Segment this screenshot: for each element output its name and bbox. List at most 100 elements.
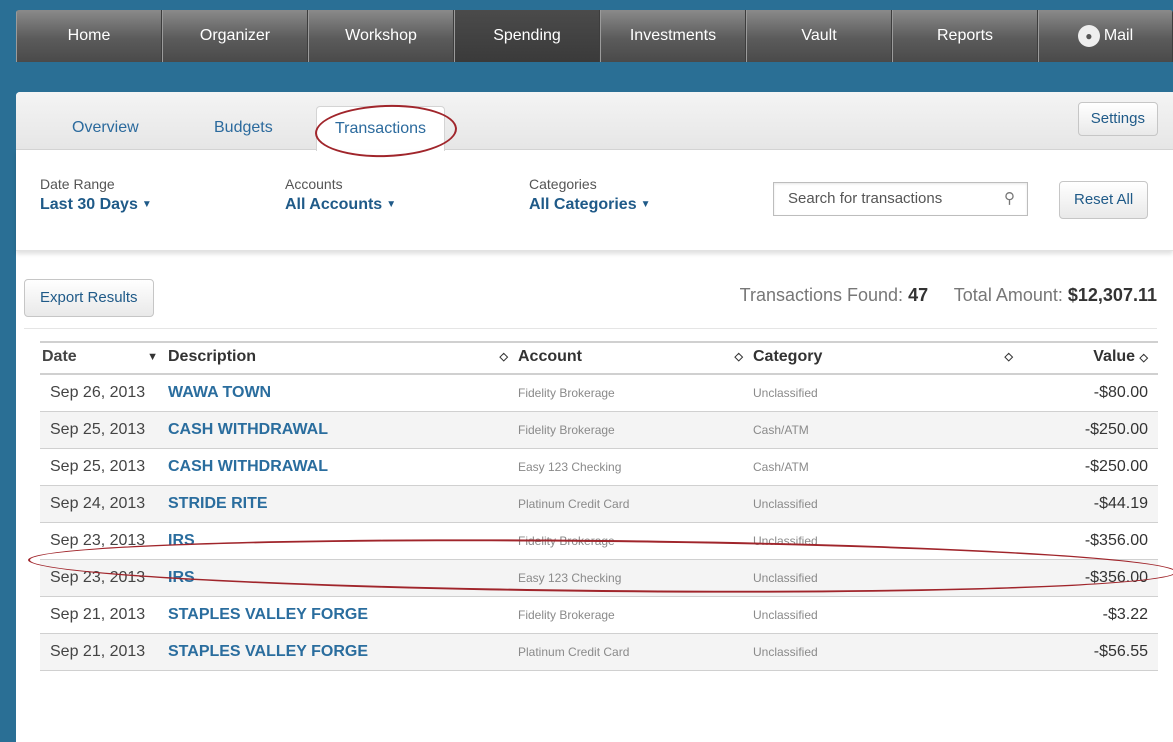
row-date: Sep 23, 2013 xyxy=(50,532,146,549)
total-amount-label: Total Amount: xyxy=(953,285,1063,305)
row-category: Cash/ATM xyxy=(753,423,809,437)
row-description[interactable]: STRIDE RITE xyxy=(168,486,518,522)
sort-icon: ◇ xyxy=(734,351,743,363)
nav-home[interactable]: Home xyxy=(16,10,162,62)
table-body: Sep 26, 2013 WAWA TOWN Fidelity Brokerage U… xyxy=(40,375,1158,671)
tab-overview[interactable]: Overview xyxy=(72,106,139,149)
reset-all-button[interactable]: Reset All xyxy=(1059,181,1149,219)
nav-reports[interactable]: Reports xyxy=(892,10,1038,62)
date-range-label: Date Range xyxy=(40,176,115,192)
row-date: Sep 23, 2013 xyxy=(50,569,146,586)
row-value: -$356.00 xyxy=(1084,532,1148,549)
table-row[interactable]: Sep 21, 2013 STAPLES VALLEY FORGE Fidelity… xyxy=(40,597,1158,634)
sub-nav: Overview Budgets Transactions Settings xyxy=(16,92,1173,151)
table-row[interactable]: Sep 25, 2013 CASH WITHDRAWAL Fidelity Brok… xyxy=(40,412,1158,449)
row-description[interactable]: WAWA TOWN xyxy=(168,375,518,411)
row-date: Sep 21, 2013 xyxy=(50,643,146,660)
categories-filter[interactable]: Categories All Categories ▼ xyxy=(529,176,651,214)
divider xyxy=(24,328,1157,329)
header-description-label: Description xyxy=(168,348,257,365)
row-description[interactable]: IRS xyxy=(168,523,518,559)
search-placeholder: Search for transactions xyxy=(788,190,943,207)
nav-mail-label: Mail xyxy=(1103,27,1134,44)
chevron-down-icon: ▼ xyxy=(640,199,651,211)
table-row[interactable]: Sep 26, 2013 WAWA TOWN Fidelity Brokerage U… xyxy=(40,375,1158,412)
row-category: Unclassified xyxy=(753,534,818,548)
export-results-button[interactable]: Export Results xyxy=(24,279,154,317)
row-account: Easy 123 Checking xyxy=(518,460,622,474)
row-account: Easy 123 Checking xyxy=(518,571,622,585)
nav-spending[interactable]: Spending xyxy=(454,10,600,62)
row-description[interactable]: STAPLES VALLEY FORGE xyxy=(168,597,518,633)
row-value: -$356.00 xyxy=(1084,569,1148,586)
row-value: -$250.00 xyxy=(1084,421,1148,438)
header-date[interactable]: Date ▼ xyxy=(40,343,168,373)
row-date: Sep 26, 2013 xyxy=(50,384,146,401)
accounts-label: Accounts xyxy=(285,176,343,192)
nav-investments[interactable]: Investments xyxy=(600,10,746,62)
top-nav: Home Organizer Workshop Spending Investm… xyxy=(16,10,1173,62)
row-category: Cash/ATM xyxy=(753,460,809,474)
date-range-filter[interactable]: Date Range Last 30 Days ▼ xyxy=(40,176,152,214)
sort-icon: ◇ xyxy=(1004,351,1013,363)
filter-bar: Date Range Last 30 Days ▼ Accounts All Ac… xyxy=(16,150,1173,251)
nav-organizer[interactable]: Organizer xyxy=(162,10,308,62)
table-row[interactable]: Sep 21, 2013 STAPLES VALLEY FORGE Platinum… xyxy=(40,634,1158,671)
mail-icon: ● xyxy=(1077,24,1100,47)
accounts-selected: All Accounts xyxy=(285,196,383,213)
row-account: Fidelity Brokerage xyxy=(518,386,615,400)
row-category: Unclassified xyxy=(753,386,818,400)
row-description[interactable]: CASH WITHDRAWAL xyxy=(168,412,518,448)
chevron-down-icon: ▼ xyxy=(141,199,152,211)
transactions-found-label: Transactions Found: xyxy=(739,285,904,305)
accounts-filter[interactable]: Accounts All Accounts ▼ xyxy=(285,176,396,214)
tab-budgets[interactable]: Budgets xyxy=(214,106,273,149)
header-value[interactable]: Value ◇ xyxy=(1023,343,1158,373)
nav-workshop[interactable]: Workshop xyxy=(308,10,454,62)
transactions-table: Date ▼ Description ◇ Account ◇ Category ◇ Va… xyxy=(40,341,1158,671)
row-description[interactable]: CASH WITHDRAWAL xyxy=(168,449,518,485)
date-range-value[interactable]: Last 30 Days ▼ xyxy=(40,196,152,214)
header-date-label: Date xyxy=(42,348,77,365)
row-value: -$250.00 xyxy=(1084,458,1148,475)
nav-mail[interactable]: ● Mail xyxy=(1038,10,1173,62)
header-value-label: Value xyxy=(1093,348,1136,365)
accounts-value[interactable]: All Accounts ▼ xyxy=(285,196,396,214)
row-date: Sep 21, 2013 xyxy=(50,606,146,623)
table-row[interactable]: Sep 23, 2013 IRS Easy 123 Checking Unclassi… xyxy=(40,560,1158,597)
table-row[interactable]: Sep 24, 2013 STRIDE RITE Platinum Credit C… xyxy=(40,486,1158,523)
nav-vault[interactable]: Vault xyxy=(746,10,892,62)
header-category-label: Category xyxy=(753,348,823,365)
tab-transactions[interactable]: Transactions xyxy=(316,106,445,151)
transactions-found-count: 47 xyxy=(908,285,929,305)
chevron-down-icon: ▼ xyxy=(386,199,397,211)
categories-selected: All Categories xyxy=(529,196,637,213)
header-category[interactable]: Category ◇ xyxy=(753,343,1023,373)
table-header: Date ▼ Description ◇ Account ◇ Category ◇ Va… xyxy=(40,341,1158,375)
sort-icon: ◇ xyxy=(499,351,508,363)
row-category: Unclassified xyxy=(753,497,818,511)
row-description[interactable]: IRS xyxy=(168,560,518,596)
row-account: Fidelity Brokerage xyxy=(518,534,615,548)
row-category: Unclassified xyxy=(753,608,818,622)
categories-value[interactable]: All Categories ▼ xyxy=(529,196,651,214)
sort-desc-icon: ▼ xyxy=(147,351,158,363)
row-category: Unclassified xyxy=(753,645,818,659)
row-account: Platinum Credit Card xyxy=(518,645,630,659)
table-row[interactable]: Sep 25, 2013 CASH WITHDRAWAL Easy 123 Chec… xyxy=(40,449,1158,486)
settings-button[interactable]: Settings xyxy=(1077,102,1158,136)
row-category: Unclassified xyxy=(753,571,818,585)
search-input[interactable]: Search for transactions ⚲ xyxy=(773,182,1028,216)
row-description[interactable]: STAPLES VALLEY FORGE xyxy=(168,634,518,670)
row-date: Sep 25, 2013 xyxy=(50,421,146,438)
sort-icon: ◇ xyxy=(1139,352,1148,364)
header-account[interactable]: Account ◇ xyxy=(518,343,753,373)
search-icon[interactable]: ⚲ xyxy=(1004,183,1015,215)
row-account: Fidelity Brokerage xyxy=(518,423,615,437)
row-date: Sep 24, 2013 xyxy=(50,495,146,512)
table-row[interactable]: Sep 23, 2013 IRS Fidelity Brokerage Unclass… xyxy=(40,523,1158,560)
row-date: Sep 25, 2013 xyxy=(50,458,146,475)
categories-label: Categories xyxy=(529,176,597,192)
date-range-selected: Last 30 Days xyxy=(40,196,138,213)
header-description[interactable]: Description ◇ xyxy=(168,343,518,373)
